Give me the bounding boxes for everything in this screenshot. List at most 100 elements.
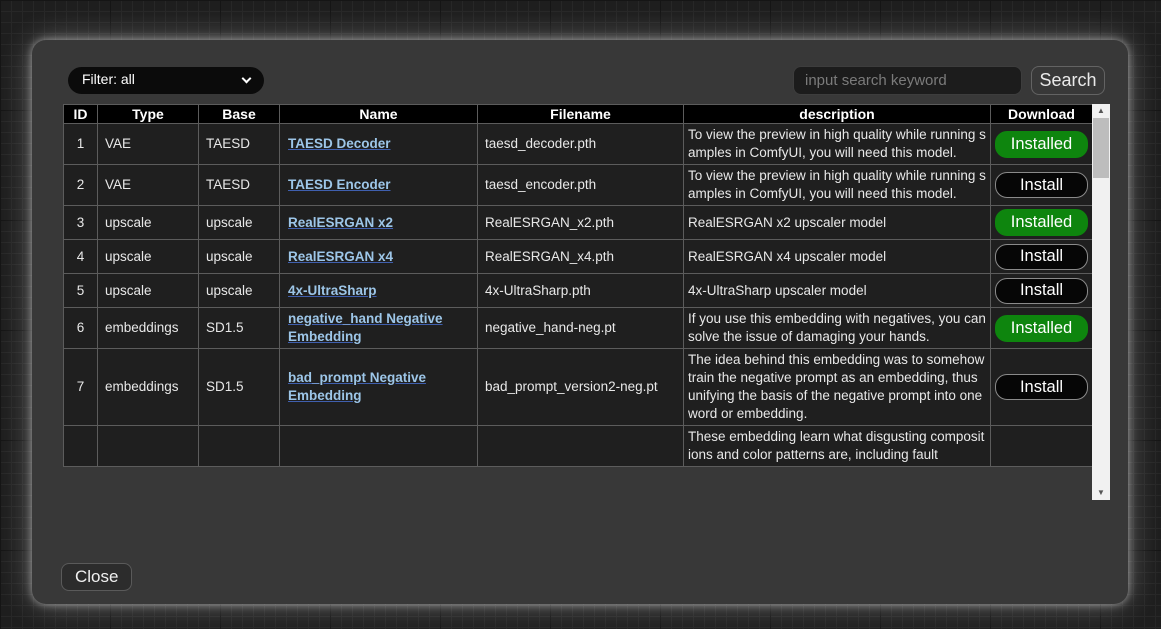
table-row: These embedding learn what disgusting co… — [64, 426, 1093, 467]
cell-download: Installed — [991, 308, 1093, 349]
cell-download: Installed — [991, 206, 1093, 240]
cell-filename: taesd_encoder.pth — [478, 165, 684, 206]
scrollbar-up-arrow[interactable]: ▲ — [1092, 104, 1110, 118]
cell-name: 4x-UltraSharp — [280, 274, 478, 308]
install-button[interactable]: Install — [995, 278, 1088, 304]
cell-type: VAE — [98, 124, 199, 165]
cell-base: upscale — [199, 206, 280, 240]
model-table-container: IDTypeBaseNameFilenamedescriptionDownloa… — [63, 104, 1110, 500]
table-row: 3upscaleupscaleRealESRGAN x2RealESRGAN_x… — [64, 206, 1093, 240]
filter-select-value: Filter: all — [82, 71, 135, 87]
table-row: 5upscaleupscale4x-UltraSharp4x-UltraShar… — [64, 274, 1093, 308]
search-input[interactable] — [793, 66, 1022, 95]
cell-base: TAESD — [199, 124, 280, 165]
table-row: 1VAETAESD TAESD Decoder taesd_decoder.pthT… — [64, 124, 1093, 165]
column-header-type: Type — [98, 105, 199, 124]
cell-id: 3 — [64, 206, 98, 240]
column-header-description: description — [684, 105, 991, 124]
cell-base: TAESD — [199, 165, 280, 206]
chevron-down-icon — [242, 74, 252, 84]
model-name-link[interactable]: bad_prompt Negative Embedding — [288, 370, 426, 403]
cell-filename: taesd_decoder.pth — [478, 124, 684, 165]
cell-base — [199, 426, 280, 467]
cell-id — [64, 426, 98, 467]
cell-type — [98, 426, 199, 467]
search-button[interactable]: Search — [1031, 66, 1105, 95]
cell-filename — [478, 426, 684, 467]
cell-name: RealESRGAN x4 — [280, 240, 478, 274]
model-name-link[interactable]: RealESRGAN x2 — [288, 215, 393, 230]
table-header-row: IDTypeBaseNameFilenamedescriptionDownloa… — [64, 105, 1093, 124]
column-header-base: Base — [199, 105, 280, 124]
scrollbar-thumb[interactable] — [1093, 118, 1109, 178]
table-row: 4upscaleupscaleRealESRGAN x4RealESRGAN_x… — [64, 240, 1093, 274]
cell-type: upscale — [98, 274, 199, 308]
install-button[interactable]: Install — [995, 374, 1088, 400]
cell-description: RealESRGAN x2 upscaler model — [684, 206, 991, 240]
cell-id: 1 — [64, 124, 98, 165]
column-header-download: Download — [991, 105, 1093, 124]
cell-description: These embedding learn what disgusting co… — [684, 426, 991, 467]
cell-name: RealESRGAN x2 — [280, 206, 478, 240]
cell-id: 6 — [64, 308, 98, 349]
cell-id: 2 — [64, 165, 98, 206]
cell-download: Install — [991, 165, 1093, 206]
column-header-filename: Filename — [478, 105, 684, 124]
cell-name: bad_prompt Negative Embedding — [280, 349, 478, 426]
cell-id: 7 — [64, 349, 98, 426]
cell-base: upscale — [199, 274, 280, 308]
cell-type: embeddings — [98, 349, 199, 426]
cell-type: upscale — [98, 240, 199, 274]
cell-download — [991, 426, 1093, 467]
table-row: 2VAETAESD TAESD Encoder taesd_encoder.pthT… — [64, 165, 1093, 206]
cell-filename: RealESRGAN_x2.pth — [478, 206, 684, 240]
installed-button[interactable]: Installed — [995, 209, 1088, 236]
model-name-link[interactable]: RealESRGAN x4 — [288, 249, 393, 264]
cell-base: SD1.5 — [199, 349, 280, 426]
cell-download: Install — [991, 240, 1093, 274]
cell-description: To view the preview in high quality whil… — [684, 165, 991, 206]
cell-id: 5 — [64, 274, 98, 308]
table-scrollbar[interactable]: ▲ ▼ — [1092, 104, 1110, 500]
cell-filename: negative_hand-neg.pt — [478, 308, 684, 349]
installed-button[interactable]: Installed — [995, 315, 1088, 342]
cell-description: 4x-UltraSharp upscaler model — [684, 274, 991, 308]
column-header-name: Name — [280, 105, 478, 124]
cell-download: Installed — [991, 124, 1093, 165]
cell-base: upscale — [199, 240, 280, 274]
filter-select[interactable]: Filter: all — [68, 67, 264, 94]
install-button[interactable]: Install — [995, 244, 1088, 270]
cell-filename: RealESRGAN_x4.pth — [478, 240, 684, 274]
cell-description: If you use this embedding with negatives… — [684, 308, 991, 349]
cell-description: RealESRGAN x4 upscaler model — [684, 240, 991, 274]
cell-type: VAE — [98, 165, 199, 206]
cell-name — [280, 426, 478, 467]
cell-filename: bad_prompt_version2-neg.pt — [478, 349, 684, 426]
table-row: 6embeddingsSD1.5negative_hand Negative E… — [64, 308, 1093, 349]
cell-description: To view the preview in high quality whil… — [684, 124, 991, 165]
cell-download: Install — [991, 274, 1093, 308]
model-table: IDTypeBaseNameFilenamedescriptionDownloa… — [63, 104, 1093, 467]
column-header-id: ID — [64, 105, 98, 124]
cell-filename: 4x-UltraSharp.pth — [478, 274, 684, 308]
cell-base: SD1.5 — [199, 308, 280, 349]
model-name-link[interactable]: negative_hand Negative Embedding — [288, 311, 443, 344]
table-header: IDTypeBaseNameFilenamedescriptionDownloa… — [64, 105, 1093, 124]
install-button[interactable]: Install — [995, 172, 1088, 198]
model-name-link[interactable]: TAESD Encoder — [288, 177, 391, 192]
cell-description: The idea behind this embedding was to so… — [684, 349, 991, 426]
model-name-link[interactable]: 4x-UltraSharp — [288, 283, 377, 298]
cell-name: TAESD Decoder — [280, 124, 478, 165]
cell-id: 4 — [64, 240, 98, 274]
cell-name: negative_hand Negative Embedding — [280, 308, 478, 349]
cell-type: upscale — [98, 206, 199, 240]
cell-name: TAESD Encoder — [280, 165, 478, 206]
model-manager-dialog: Filter: all Search IDTypeBaseNameFilenam… — [32, 40, 1128, 604]
table-row: 7embeddingsSD1.5bad_prompt Negative Embe… — [64, 349, 1093, 426]
close-button[interactable]: Close — [61, 563, 132, 591]
scrollbar-down-arrow[interactable]: ▼ — [1092, 486, 1110, 500]
cell-type: embeddings — [98, 308, 199, 349]
model-name-link[interactable]: TAESD Decoder — [288, 136, 391, 151]
installed-button[interactable]: Installed — [995, 131, 1088, 158]
cell-download: Install — [991, 349, 1093, 426]
